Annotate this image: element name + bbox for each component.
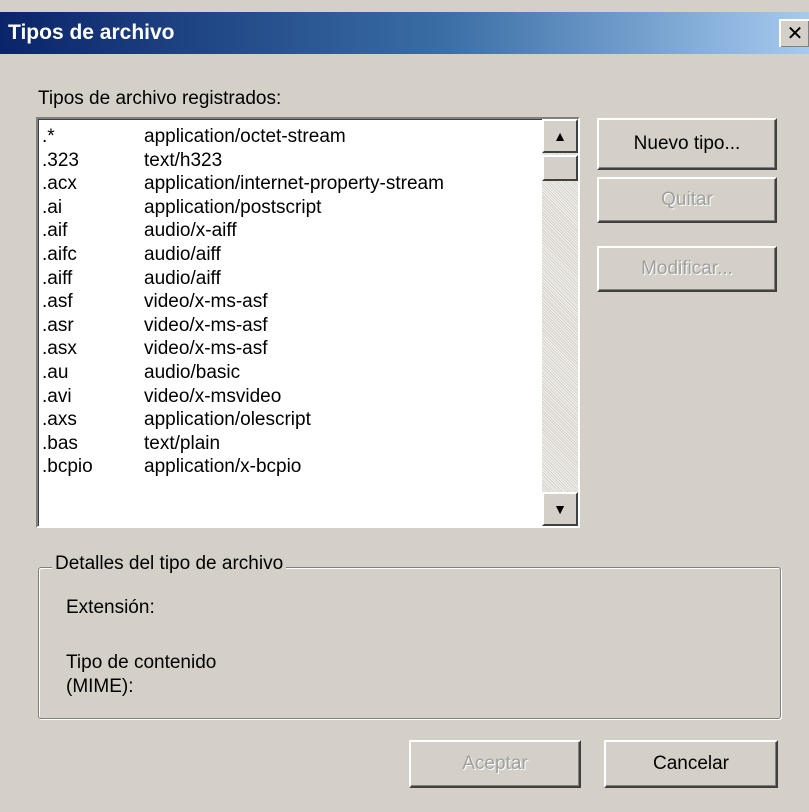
list-item-mime-type: video/x-ms-asf bbox=[144, 314, 268, 336]
new-type-button[interactable]: Nuevo tipo... bbox=[597, 118, 777, 170]
list-item-extension: .acx bbox=[42, 173, 77, 195]
list-item-extension: .asx bbox=[42, 338, 77, 360]
list-item-mime-type: text/h323 bbox=[144, 149, 223, 171]
list-item-extension: .axs bbox=[42, 409, 77, 431]
modify-button[interactable]: Modificar... bbox=[597, 246, 777, 292]
list-item-extension: .aif bbox=[42, 220, 68, 242]
list-item-mime-type: video/x-msvideo bbox=[144, 385, 282, 407]
scroll-down-button[interactable]: ▼ bbox=[542, 492, 578, 526]
content-type-label-line2: (MIME): bbox=[66, 676, 134, 697]
list-item-extension: .bas bbox=[42, 432, 78, 454]
list-scrollbar[interactable]: ▲ ▼ bbox=[542, 119, 578, 526]
scroll-up-button[interactable]: ▲ bbox=[542, 119, 578, 153]
list-item-extension: .au bbox=[42, 361, 69, 383]
file-type-details-title: Detalles del tipo de archivo bbox=[52, 553, 287, 575]
list-item-extension: .* bbox=[42, 126, 55, 147]
list-item-mime-type: audio/aiff bbox=[144, 243, 221, 265]
registered-types-label: Tipos de archivo registrados: bbox=[38, 88, 282, 109]
extension-label: Extensión: bbox=[66, 597, 155, 618]
file-types-listbox[interactable]: .* application/octet-stream .323 text/h323.… bbox=[36, 117, 580, 528]
cancel-button[interactable]: Cancelar bbox=[604, 740, 778, 788]
title-bar[interactable]: Tipos de archivo ✕ bbox=[0, 12, 809, 54]
file-type-details-group bbox=[38, 567, 781, 719]
list-item-extension: .avi bbox=[42, 385, 72, 407]
arrow-up-icon: ▲ bbox=[553, 128, 567, 144]
list-item-extension: .asf bbox=[42, 291, 73, 313]
list-item-mime-type: application/x-bcpio bbox=[144, 456, 302, 478]
scroll-thumb[interactable] bbox=[542, 155, 578, 181]
list-item-mime-type: application/internet-property-stream bbox=[144, 173, 444, 195]
list-item-mime-type: application/octet-stream bbox=[144, 126, 346, 147]
list-item-mime-type: application/olescript bbox=[144, 409, 311, 431]
arrow-down-icon: ▼ bbox=[553, 501, 567, 517]
list-item-mime-type: text/plain bbox=[144, 432, 221, 454]
window-title: Tipos de archivo bbox=[8, 21, 175, 44]
list-item-extension: .aiff bbox=[42, 267, 73, 289]
list-item-mime-type: audio/x-aiff bbox=[144, 220, 237, 242]
list-item-extension: .ai bbox=[42, 196, 63, 218]
list-item-mime-type: video/x-ms-asf bbox=[144, 291, 268, 313]
list-item-mime-type: application/postscript bbox=[144, 196, 322, 218]
list-item-extension: .bcpio bbox=[42, 456, 93, 478]
remove-button[interactable]: Quitar bbox=[597, 177, 777, 223]
content-type-label-line1: Tipo de contenido bbox=[66, 652, 217, 673]
close-icon: ✕ bbox=[786, 23, 804, 45]
list-item-mime-type: video/x-ms-asf bbox=[144, 338, 268, 360]
list-item-extension: .asr bbox=[42, 314, 74, 336]
accept-button[interactable]: Aceptar bbox=[409, 740, 581, 788]
close-button[interactable]: ✕ bbox=[779, 19, 809, 47]
list-item-mime-type: audio/basic bbox=[144, 361, 241, 383]
list-item-extension: .aifc bbox=[42, 243, 77, 265]
list-item-extension: .323 bbox=[42, 149, 79, 171]
list-item-mime-type: audio/aiff bbox=[144, 267, 221, 289]
